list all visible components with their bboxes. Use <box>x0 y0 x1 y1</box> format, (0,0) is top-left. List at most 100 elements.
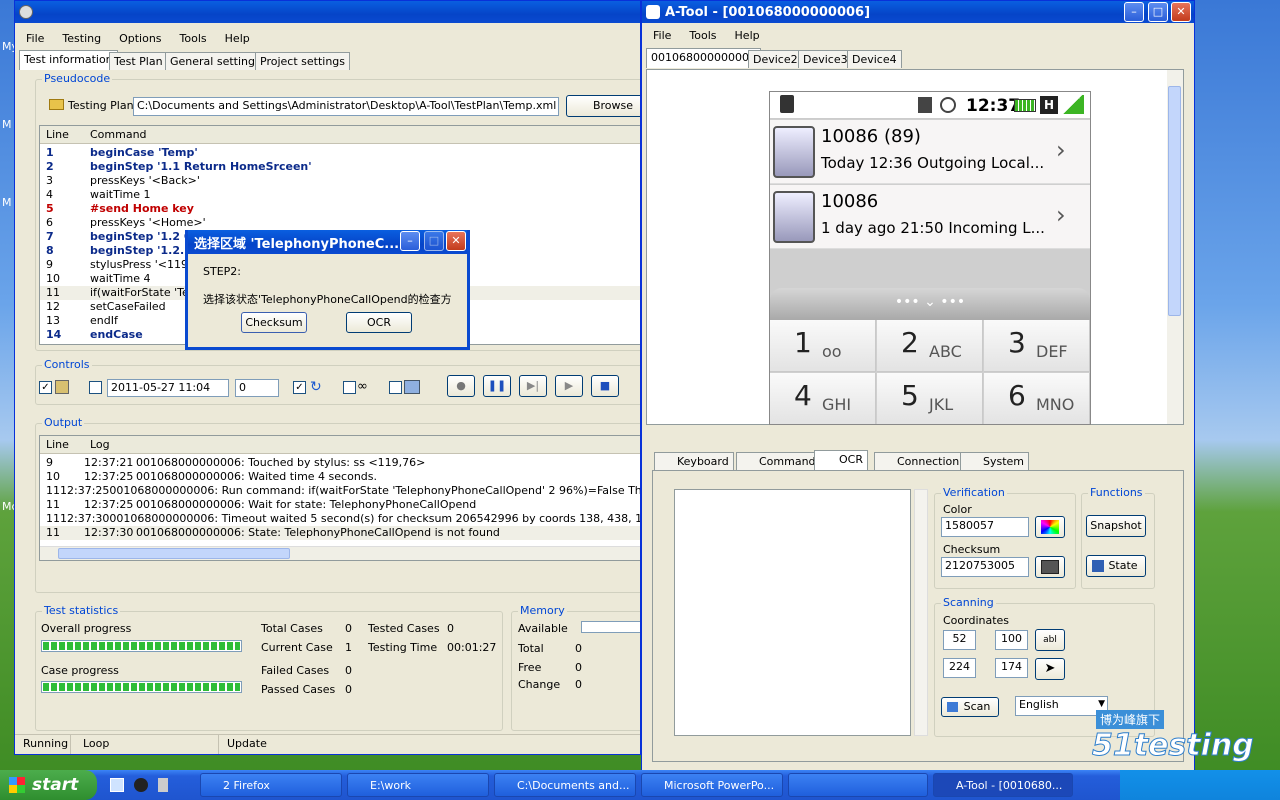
screen-vscrollbar[interactable] <box>1167 70 1183 424</box>
coord-y2-input[interactable]: 174 <box>995 658 1028 678</box>
ocr-button[interactable]: OCR <box>346 312 412 333</box>
checksum-button[interactable]: Checksum <box>241 312 307 333</box>
state-button[interactable]: State <box>1086 555 1146 577</box>
log-hscrollbar[interactable] <box>40 546 640 560</box>
screen-scroll-thumb[interactable] <box>1168 86 1181 316</box>
log-row[interactable]: 10 12:37:25 001068000000006: Waited time 4… <box>40 470 640 484</box>
tab-device-001068000000006[interactable]: 001068000000006 <box>646 48 761 68</box>
dial-key-5[interactable]: 5 JKL <box>877 373 983 424</box>
tab-system[interactable]: System <box>960 452 1030 470</box>
code-line[interactable]: 2 beginStep '1.1 Return HomeSrceen' <box>40 160 640 174</box>
coord-x1-input[interactable]: 52 <box>943 630 976 650</box>
taskbar-item-work-folder[interactable]: E:\work <box>347 773 489 797</box>
log-scroll-thumb[interactable] <box>58 548 290 559</box>
minimize-button[interactable]: – <box>1124 2 1144 22</box>
stop-button[interactable]: ■ <box>591 375 619 397</box>
col-log[interactable]: Log <box>84 436 110 453</box>
menu-file[interactable]: File <box>644 29 680 42</box>
dial-key-6[interactable]: 6 MNO <box>984 373 1090 424</box>
log-row[interactable]: 11 12:37:25 001068000000006: Run command: … <box>40 484 640 498</box>
tab-device4[interactable]: Device4 <box>847 50 902 68</box>
ocr-text-area[interactable] <box>674 489 911 736</box>
test-plan-path-input[interactable]: C:\Documents and Settings\Administrator\… <box>133 97 559 116</box>
tab-command[interactable]: Command <box>736 452 821 470</box>
log-row[interactable]: 11 12:37:30 001068000000006: Timeout waite… <box>40 512 640 526</box>
chevron-right-icon[interactable]: › <box>1056 136 1066 164</box>
coord-x2-input[interactable]: 224 <box>943 658 976 678</box>
col-command[interactable]: Command <box>84 126 147 143</box>
chevron-down-icon[interactable]: ▼ <box>1098 699 1105 709</box>
log-row[interactable]: 11 12:37:25 001068000000006: Wait for stat… <box>40 498 640 512</box>
code-line[interactable]: 4 waitTime 1 <box>40 188 640 202</box>
dialog-maximize-button[interactable]: □ <box>424 231 444 251</box>
output-log[interactable]: Line Log 9 12:37:21 001068000000006: Touch… <box>39 435 640 561</box>
record-button[interactable]: ● <box>447 375 475 397</box>
code-line[interactable]: 6 pressKeys '<Home>' <box>40 216 640 230</box>
col-line[interactable]: Line <box>40 436 84 453</box>
dialpad-handle[interactable]: ••• ⌄ ••• <box>770 288 1090 320</box>
step-button[interactable]: ▶| <box>519 375 547 397</box>
taskbar-item-atool[interactable]: A-Tool - [0010680... <box>933 773 1073 797</box>
log-row[interactable]: 9 12:37:21 001068000000006: Touched by sty… <box>40 456 640 470</box>
pick-point-button[interactable]: ➤ <box>1035 658 1065 680</box>
left-title-bar[interactable] <box>15 1 640 23</box>
browse-button[interactable]: Browse <box>566 95 640 117</box>
count-dropdown[interactable]: 0 <box>235 379 279 397</box>
play-button[interactable]: ▶ <box>555 375 583 397</box>
menu-tools[interactable]: Tools <box>171 32 216 45</box>
call-log-item[interactable]: 10086 1 day ago 21:50 Incoming L... › <box>770 185 1090 249</box>
tab-keyboard[interactable]: Keyboard <box>654 452 734 470</box>
tab-test-plan[interactable]: Test Plan <box>109 52 168 70</box>
taskbar-item-documents[interactable]: C:\Documents and... <box>494 773 636 797</box>
control-checkbox-3[interactable] <box>343 381 356 394</box>
control-checkbox-2[interactable] <box>89 381 102 394</box>
tab-device2[interactable]: Device2 <box>748 50 803 68</box>
menu-help[interactable]: Help <box>216 32 259 45</box>
tab-device3[interactable]: Device3 <box>798 50 853 68</box>
ocr-region-button[interactable]: abl <box>1035 629 1065 651</box>
menu-options[interactable]: Options <box>110 32 170 45</box>
datetime-picker[interactable]: 2011-05-27 11:04 <box>107 379 229 397</box>
dial-key-2[interactable]: 2 ABC <box>877 320 983 372</box>
menu-tools[interactable]: Tools <box>680 29 725 42</box>
col-line[interactable]: Line <box>40 126 84 143</box>
taskbar-item-misc[interactable] <box>788 773 928 797</box>
call-log-item[interactable]: 10086 (89) Today 12:36 Outgoing Local...… <box>770 120 1090 184</box>
quicklaunch-app-icon[interactable] <box>158 778 168 792</box>
tab-general-settings[interactable]: General settings <box>165 52 266 70</box>
coord-y1-input[interactable]: 100 <box>995 630 1028 650</box>
menu-testing[interactable]: Testing <box>53 32 110 45</box>
right-title-bar[interactable]: A-Tool - [001068000000006] <box>642 1 1194 23</box>
menu-help[interactable]: Help <box>726 29 769 42</box>
repeat-checkbox[interactable]: ✓ <box>293 381 306 394</box>
desktop-icon-label[interactable]: M <box>2 196 12 209</box>
color-input[interactable]: 1580057 <box>941 517 1029 537</box>
code-line[interactable]: 1 beginCase 'Temp' <box>40 146 640 160</box>
snapshot-button[interactable]: Snapshot <box>1086 515 1146 537</box>
phone-screen[interactable]: 12:37 H 10086 (89) Today 12:36 Outgoing … <box>769 91 1091 425</box>
tab-ocr[interactable]: OCR <box>814 450 868 470</box>
control-checkbox-4[interactable] <box>389 381 402 394</box>
checksum-calc-button[interactable] <box>1035 556 1065 578</box>
dialog-close-button[interactable]: ✕ <box>446 231 466 251</box>
quicklaunch-desktop-icon[interactable] <box>110 778 124 792</box>
scan-button[interactable]: Scan <box>941 697 999 717</box>
control-checkbox-1[interactable]: ✓ <box>39 381 52 394</box>
dialog-minimize-button[interactable]: – <box>400 231 420 251</box>
taskbar-item-firefox[interactable]: 2 Firefox <box>200 773 342 797</box>
start-button[interactable]: start <box>0 770 97 800</box>
ocr-vscrollbar[interactable] <box>914 489 928 736</box>
close-button[interactable]: ✕ <box>1171 2 1191 22</box>
dial-key-1[interactable]: 1 oo <box>770 320 876 372</box>
color-picker-button[interactable] <box>1035 516 1065 538</box>
tab-test-information[interactable]: Test information <box>19 50 118 70</box>
menu-file[interactable]: File <box>17 32 53 45</box>
tab-project-settings[interactable]: Project settings <box>255 52 350 70</box>
maximize-button[interactable]: □ <box>1148 2 1168 22</box>
log-row[interactable]: 11 12:37:30 001068000000006: State: Teleph… <box>40 526 640 540</box>
taskbar-item-powerpoint[interactable]: Microsoft PowerPo... <box>641 773 783 797</box>
tab-connection[interactable]: Connection <box>874 452 965 470</box>
code-line[interactable]: 5 #send Home key <box>40 202 640 216</box>
quicklaunch-media-icon[interactable] <box>134 778 148 792</box>
desktop-icon-label[interactable]: M <box>2 118 12 131</box>
